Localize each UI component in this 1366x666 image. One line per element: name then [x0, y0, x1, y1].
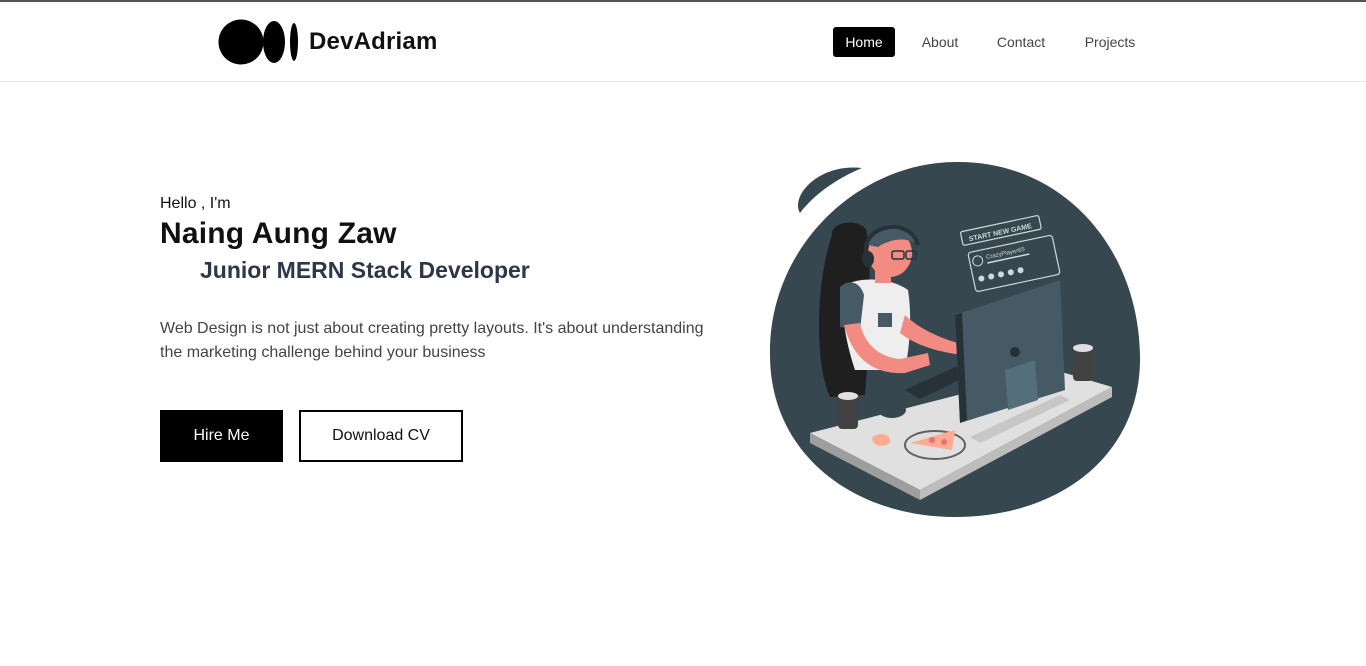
hero-name: Naing Aung Zaw	[160, 217, 397, 250]
mouse	[878, 402, 906, 418]
hero-greeting: Hello , I'm	[160, 195, 231, 212]
nav-projects-link[interactable]: Projects	[1078, 27, 1142, 57]
hero-role: Junior MERN Stack Developer	[200, 257, 530, 283]
download-cv-button[interactable]: Download CV	[299, 410, 463, 462]
hire-me-button[interactable]: Hire Me	[160, 410, 283, 462]
site-header: DevAdriam Home About Contact Projects	[0, 2, 1366, 82]
cup-left	[838, 395, 858, 429]
cup-right	[1073, 347, 1093, 381]
nav-about-link[interactable]: About	[914, 27, 966, 57]
nav-home-link[interactable]: Home	[833, 27, 895, 57]
gamer-desk-illustration: START NEW GAME CrazyPlayer65	[769, 161, 1141, 517]
hero-description: Web Design is not just about creating pr…	[160, 320, 704, 361]
main-nav: Home About Contact Projects	[0, 27, 1366, 57]
monitor-logo	[1010, 347, 1020, 357]
shirt-sleeve	[840, 282, 864, 330]
nav-contact-link[interactable]: Contact	[990, 27, 1052, 57]
shirt-logo	[878, 313, 892, 327]
